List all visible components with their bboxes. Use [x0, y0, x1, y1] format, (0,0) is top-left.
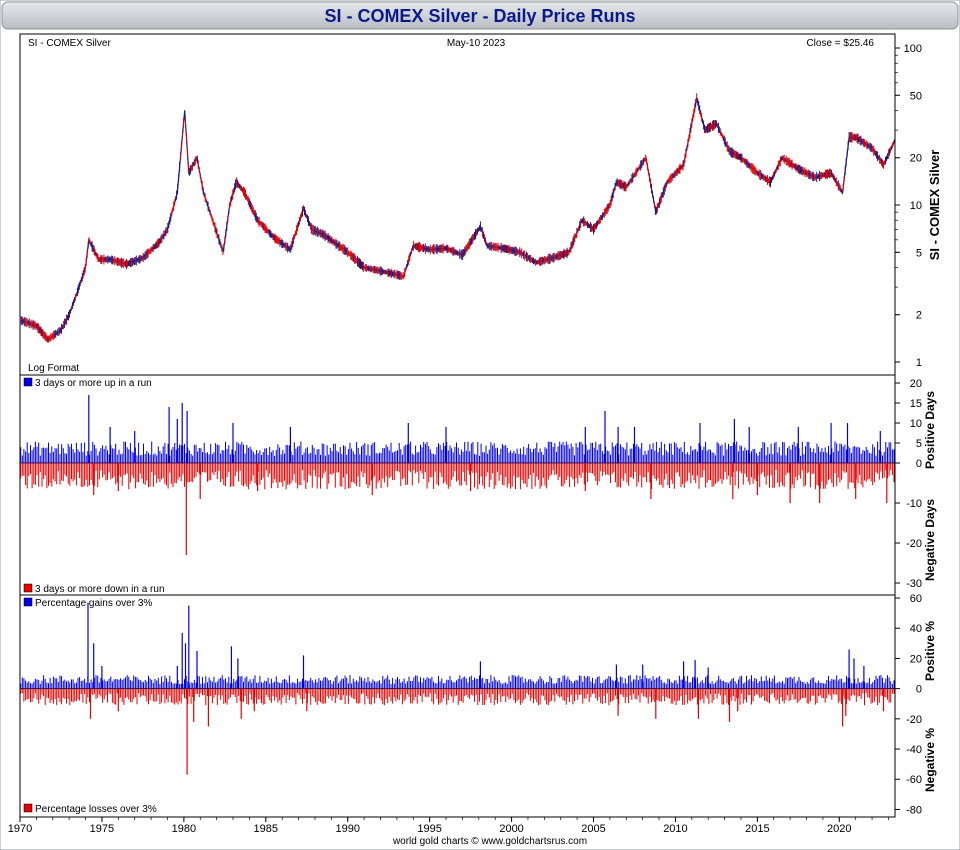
- y-tick-label: -20: [906, 538, 922, 550]
- y-tick-label: -30: [906, 578, 922, 590]
- x-tick-label: 1980: [172, 823, 196, 835]
- y-tick-label: -80: [906, 804, 922, 816]
- y-tick-label: -60: [906, 774, 922, 786]
- x-tick-label: 1985: [254, 823, 278, 835]
- x-tick-label: 1970: [8, 823, 32, 835]
- y-tick-label: 60: [910, 593, 922, 605]
- footer-credit: world gold charts © www.goldchartsrus.co…: [392, 836, 587, 847]
- x-tick-label: 2005: [581, 823, 605, 835]
- x-tick-label: 2010: [663, 823, 687, 835]
- y-tick-label: 100: [904, 43, 922, 55]
- x-tick-label: 1990: [335, 823, 359, 835]
- y-tick-label: 10: [910, 418, 922, 430]
- legend-up-runs-swatch: [23, 377, 33, 387]
- legend-gains-swatch: [23, 597, 33, 607]
- y-tick-label: 20: [910, 153, 922, 165]
- y-tick-label: 20: [910, 378, 922, 390]
- log-format-label: Log Format: [28, 363, 79, 374]
- y-tick-label: 40: [910, 623, 922, 635]
- symbol-label: SI - COMEX Silver: [28, 38, 111, 49]
- x-tick-label: 1995: [417, 823, 441, 835]
- runs-negative-axis-title: Negative Days: [923, 499, 937, 581]
- y-tick-label: 0: [916, 684, 922, 696]
- x-tick-label: 2000: [499, 823, 523, 835]
- x-tick-label: 2015: [745, 823, 769, 835]
- pct-positive-axis-title: Positive %: [923, 621, 937, 681]
- chart-window: SI - COMEX Silver - Daily Price Runs SI …: [0, 0, 960, 850]
- legend-losses-label: Percentage losses over 3%: [35, 804, 157, 815]
- y-tick-label: 15: [910, 398, 922, 410]
- y-tick-label: 5: [916, 438, 922, 450]
- pct-negative-axis-title: Negative %: [923, 728, 937, 792]
- legend-gains-label: Percentage gains over 3%: [35, 598, 152, 609]
- y-tick-label: 50: [910, 90, 922, 102]
- y-tick-label: 2: [916, 310, 922, 322]
- y-tick-label: 0: [916, 458, 922, 470]
- y-tick-label: 5: [916, 247, 922, 259]
- legend-up-runs-label: 3 days or more up in a run: [35, 378, 152, 389]
- x-tick-label: 1975: [90, 823, 114, 835]
- legend-down-runs-label: 3 days or more down in a run: [35, 584, 165, 595]
- y-tick-label: 20: [910, 653, 922, 665]
- y-tick-label: -20: [906, 714, 922, 726]
- y-tick-label: 1: [916, 357, 922, 369]
- runs-positive-axis-title: Positive Days: [923, 391, 937, 469]
- y-tick-label: 10: [910, 200, 922, 212]
- y-tick-label: -10: [906, 498, 922, 510]
- legend-losses-swatch: [23, 803, 33, 813]
- close-label: Close = $25.46: [806, 38, 874, 49]
- x-tick-label: 2020: [827, 823, 851, 835]
- price-axis-title: SI - COMEX Silver: [927, 150, 942, 261]
- legend-down-runs-swatch: [23, 583, 33, 593]
- y-tick-label: -40: [906, 744, 922, 756]
- date-label: May-10 2023: [447, 38, 506, 49]
- chart-title: SI - COMEX Silver - Daily Price Runs: [324, 6, 635, 26]
